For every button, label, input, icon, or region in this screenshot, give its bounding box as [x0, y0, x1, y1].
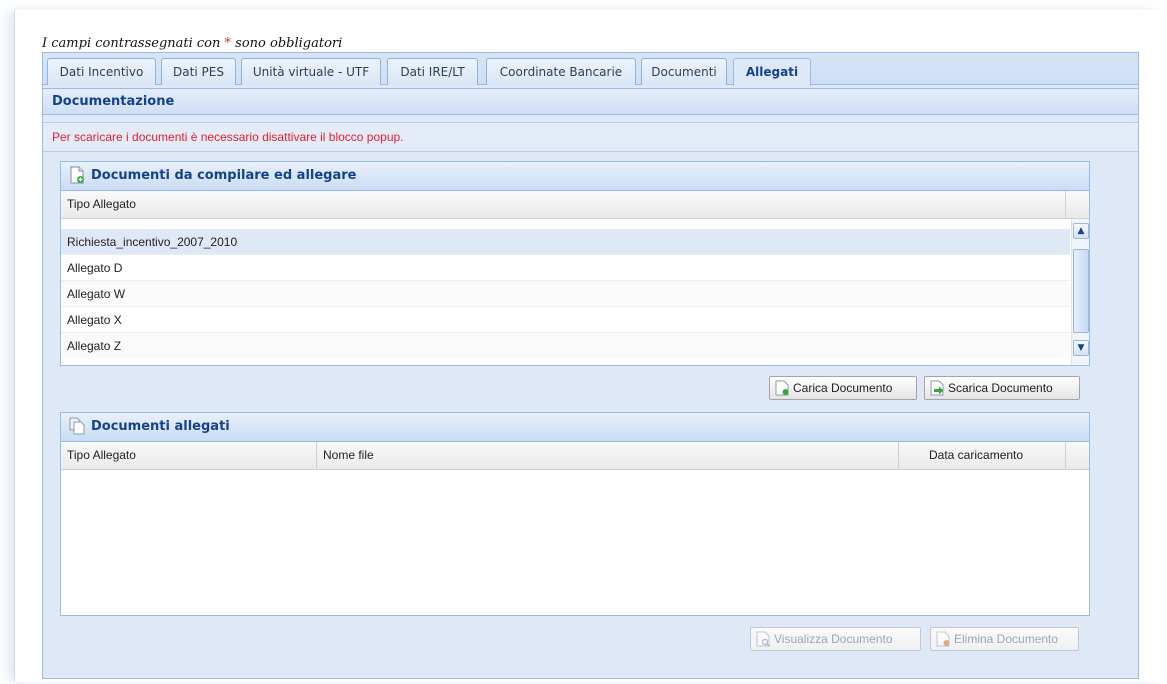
required-star: *	[224, 36, 232, 51]
table-row[interactable]: Allegato X	[61, 307, 1070, 333]
attached-grid: Documenti allegati Tipo Allegato Nome fi…	[60, 412, 1090, 616]
attached-title-text: Documenti allegati	[91, 419, 230, 434]
to-fill-column-headers: Tipo Allegato	[61, 191, 1089, 219]
scroll-down-icon[interactable]: ▼	[1073, 340, 1089, 356]
column-header-tipo-allegato[interactable]: Tipo Allegato	[61, 191, 1066, 218]
table-row[interactable]: Allegato Z	[61, 333, 1070, 359]
tab-unita-virtuale[interactable]: Unità virtuale - UTF	[241, 58, 381, 85]
to-fill-grid: Documenti da compilare ed allegare Tipo …	[60, 161, 1090, 366]
to-fill-title-text: Documenti da compilare ed allegare	[91, 168, 357, 183]
tab-allegati[interactable]: Allegati	[733, 58, 811, 86]
form-panel: Dati Incentivo Dati PES Unità virtuale -…	[42, 52, 1139, 679]
tab-documenti[interactable]: Documenti	[641, 58, 727, 85]
document-add-icon	[70, 166, 84, 183]
view-document-label: Visualizza Documento	[774, 632, 893, 646]
required-fields-note: I campi contrassegnati con * sono obblig…	[42, 36, 342, 51]
table-row[interactable]: Allegato W	[61, 281, 1070, 307]
delete-document-button[interactable]: Elimina Documento	[930, 627, 1079, 651]
tab-coordinate-bancarie[interactable]: Coordinate Bancarie	[486, 58, 636, 85]
download-document-label: Scarica Documento	[948, 381, 1053, 395]
scroll-thumb[interactable]	[1073, 249, 1089, 333]
attached-column-headers: Tipo Allegato Nome file Data caricamento	[61, 442, 1089, 470]
document-view-icon	[756, 631, 770, 647]
document-delete-icon	[936, 631, 950, 647]
section-header: Documentazione	[43, 88, 1138, 115]
scroll-up-icon[interactable]: ▲	[1073, 223, 1089, 239]
tab-dati-ire-lt[interactable]: Dati IRE/LT	[387, 58, 478, 85]
table-row[interactable]: Allegato D	[61, 255, 1070, 281]
attached-grid-title: Documenti allegati	[61, 413, 1089, 442]
column-header-nome-file[interactable]: Nome file	[317, 442, 899, 469]
required-note-prefix: I campi contrassegnati con	[42, 36, 221, 51]
attached-rows	[61, 470, 1089, 615]
documents-icon	[69, 417, 85, 434]
upload-document-label: Carica Documento	[793, 381, 893, 395]
table-row[interactable]: Richiesta_incentivo_2007_2010	[61, 229, 1070, 255]
upload-document-button[interactable]: Carica Documento	[769, 376, 917, 400]
required-note-suffix: sono obbligatori	[235, 36, 343, 51]
delete-document-label: Elimina Documento	[954, 632, 1059, 646]
column-header-tipo-allegato[interactable]: Tipo Allegato	[61, 442, 317, 469]
download-document-button[interactable]: Scarica Documento	[924, 376, 1080, 400]
document-download-icon	[930, 380, 944, 396]
vertical-scrollbar[interactable]: ▲ ▼	[1071, 219, 1089, 365]
tab-dati-pes[interactable]: Dati PES	[161, 58, 236, 85]
tab-strip: Dati Incentivo Dati PES Unità virtuale -…	[43, 53, 1138, 86]
to-fill-rows: Richiesta_incentivo_2007_2010 Allegato D…	[61, 219, 1089, 365]
tab-dati-incentivo[interactable]: Dati Incentivo	[47, 58, 156, 85]
view-document-button[interactable]: Visualizza Documento	[750, 627, 921, 651]
column-header-data-caricamento[interactable]: Data caricamento	[899, 442, 1066, 469]
to-fill-grid-title: Documenti da compilare ed allegare	[61, 162, 1089, 191]
popup-warning: Per scaricare i documenti è necessario d…	[43, 122, 1138, 152]
document-upload-icon	[775, 380, 789, 396]
